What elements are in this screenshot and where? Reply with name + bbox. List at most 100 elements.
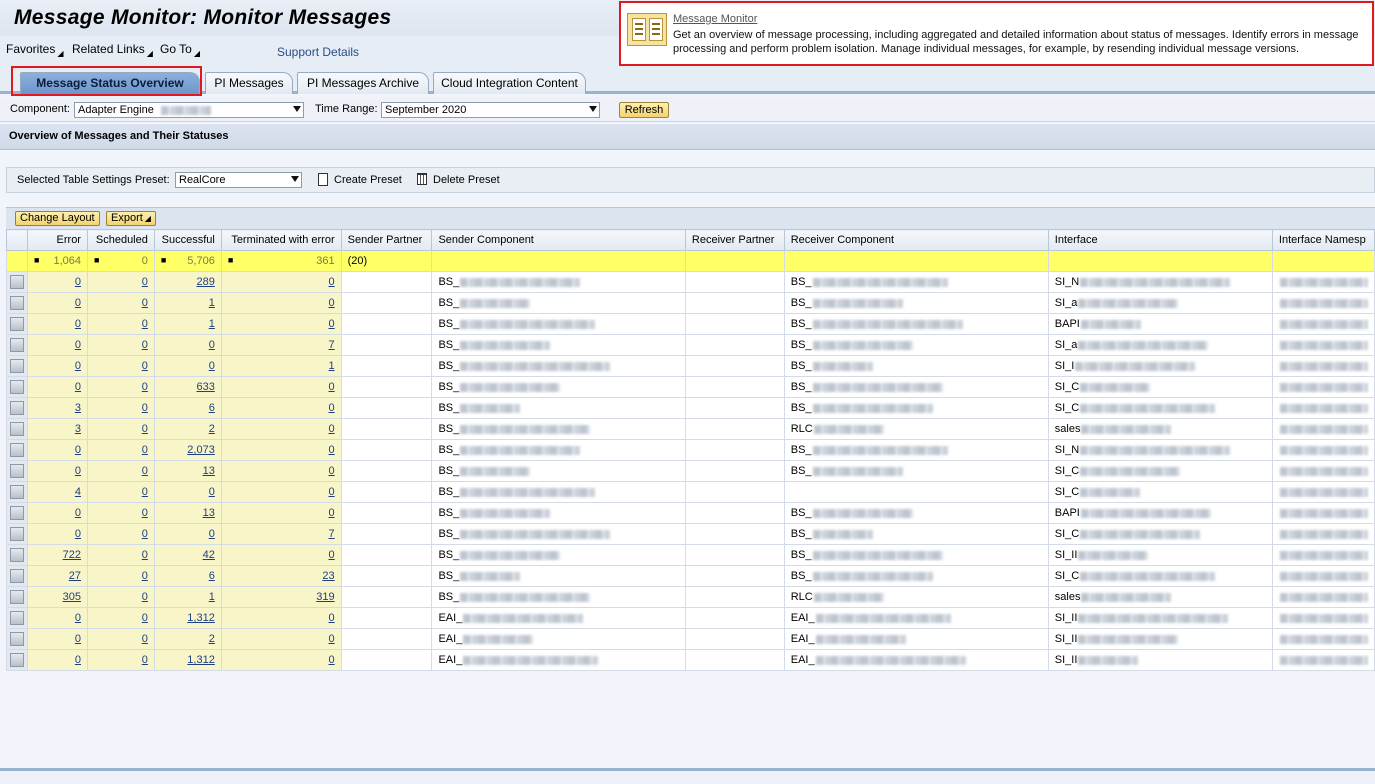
go-to-menu[interactable]: Go To ◢ [160,42,200,58]
table-row[interactable]: 0 0 0 1 BS_ BS_ SI_I [6,355,1375,377]
scheduled-count-link[interactable]: 0 [142,633,148,645]
successful-count-link[interactable]: 42 [203,549,215,561]
successful-count-link[interactable]: 1,312 [187,654,215,666]
table-row[interactable]: 0 0 13 0 BS_ BS_ BAPI [6,502,1375,524]
row-selector[interactable] [6,481,28,503]
terminated-count-link[interactable]: 319 [316,591,334,603]
row-select-box[interactable] [10,338,24,352]
scheduled-count-link[interactable]: 0 [142,402,148,414]
successful-count-link[interactable]: 2 [209,423,215,435]
col-terminated[interactable]: Terminated with error [220,229,342,251]
successful-count-link[interactable]: 13 [203,507,215,519]
scheduled-count-link[interactable]: 0 [142,339,148,351]
successful-count-link[interactable]: 1 [209,318,215,330]
preset-select[interactable]: RealCore [175,172,302,188]
row-selector[interactable] [6,460,28,482]
scheduled-count-link[interactable]: 0 [142,570,148,582]
time-range-select[interactable]: September 2020 [381,102,600,118]
scheduled-count-link[interactable]: 0 [142,297,148,309]
successful-count-link[interactable]: 0 [209,528,215,540]
row-selector[interactable] [6,313,28,335]
row-select-box[interactable] [10,506,24,520]
change-layout-button[interactable]: Change Layout [15,211,100,226]
error-count-link[interactable]: 0 [75,465,81,477]
error-count-link[interactable]: 0 [75,633,81,645]
col-receiver-partner[interactable]: Receiver Partner [684,229,785,251]
terminated-count-link[interactable]: 0 [329,486,335,498]
table-row[interactable]: 3 0 2 0 BS_ RLC sales [6,418,1375,440]
successful-count-link[interactable]: 0 [209,339,215,351]
refresh-button[interactable]: Refresh [619,102,669,118]
terminated-count-link[interactable]: 0 [329,612,335,624]
error-count-link[interactable]: 0 [75,381,81,393]
scheduled-count-link[interactable]: 0 [142,507,148,519]
successful-count-link[interactable]: 0 [209,486,215,498]
col-scheduled[interactable]: Scheduled [86,229,155,251]
table-row[interactable]: 0 0 0 7 BS_ BS_ SI_a [6,334,1375,356]
row-select-box[interactable] [10,422,24,436]
successful-count-link[interactable]: 2,073 [187,444,215,456]
table-row[interactable]: 722 0 42 0 BS_ BS_ SI_II [6,544,1375,566]
terminated-count-link[interactable]: 0 [329,402,335,414]
row-selector[interactable] [6,544,28,566]
terminated-count-link[interactable]: 0 [329,297,335,309]
scheduled-count-link[interactable]: 0 [142,612,148,624]
col-sender-partner[interactable]: Sender Partner [340,229,433,251]
scheduled-count-link[interactable]: 0 [142,549,148,561]
terminated-count-link[interactable]: 0 [329,318,335,330]
delete-preset-button[interactable]: Delete Preset [433,174,500,186]
table-row[interactable]: 0 0 289 0 BS_ BS_ SI_N [6,271,1375,293]
error-count-link[interactable]: 0 [75,339,81,351]
select-all-header[interactable] [6,229,28,251]
row-select-box[interactable] [10,380,24,394]
terminated-count-link[interactable]: 0 [329,549,335,561]
scheduled-count-link[interactable]: 0 [142,654,148,666]
error-count-link[interactable]: 0 [75,276,81,288]
successful-count-link[interactable]: 1 [209,591,215,603]
tab-message-status-overview[interactable]: Message Status Overview [20,72,200,94]
row-selector[interactable] [6,586,28,608]
col-receiver-component[interactable]: Receiver Component [783,229,1049,251]
error-count-link[interactable]: 0 [75,360,81,372]
table-row[interactable]: 0 0 2,073 0 BS_ BS_ SI_N [6,439,1375,461]
row-select-box[interactable] [10,443,24,457]
terminated-count-link[interactable]: 0 [329,423,335,435]
successful-count-link[interactable]: 13 [203,465,215,477]
row-select-box[interactable] [10,569,24,583]
row-selector[interactable] [6,565,28,587]
scheduled-count-link[interactable]: 0 [142,381,148,393]
terminated-count-link[interactable]: 0 [329,444,335,456]
scheduled-count-link[interactable]: 0 [142,465,148,477]
col-interface[interactable]: Interface [1047,229,1273,251]
error-count-link[interactable]: 0 [75,654,81,666]
row-selector[interactable] [6,376,28,398]
error-count-link[interactable]: 0 [75,528,81,540]
scheduled-count-link[interactable]: 0 [142,528,148,540]
table-row[interactable]: 0 0 1,312 0 EAI_ EAI_ SI_II [6,607,1375,629]
successful-count-link[interactable]: 2 [209,633,215,645]
row-selector[interactable] [6,523,28,545]
error-count-link[interactable]: 0 [75,507,81,519]
error-count-link[interactable]: 0 [75,444,81,456]
tab-pi-messages[interactable]: PI Messages [205,72,293,94]
terminated-count-link[interactable]: 0 [329,633,335,645]
create-document-icon[interactable] [318,173,328,186]
table-row[interactable]: 0 0 1,312 0 EAI_ EAI_ SI_II [6,649,1375,671]
row-select-box[interactable] [10,527,24,541]
table-row[interactable]: 4 0 0 0 BS_ SI_C [6,481,1375,503]
scheduled-count-link[interactable]: 0 [142,318,148,330]
terminated-count-link[interactable]: 0 [329,381,335,393]
error-count-link[interactable]: 4 [75,486,81,498]
col-sender-component[interactable]: Sender Component [431,229,686,251]
col-error[interactable]: Error [27,229,88,251]
row-selector[interactable] [6,271,28,293]
row-select-box[interactable] [10,632,24,646]
scheduled-count-link[interactable]: 0 [142,276,148,288]
row-selector[interactable] [6,439,28,461]
successful-count-link[interactable]: 1,312 [187,612,215,624]
error-count-link[interactable]: 305 [63,591,81,603]
row-selector[interactable] [6,397,28,419]
row-select-box[interactable] [10,485,24,499]
error-count-link[interactable]: 0 [75,612,81,624]
row-selector[interactable] [6,334,28,356]
